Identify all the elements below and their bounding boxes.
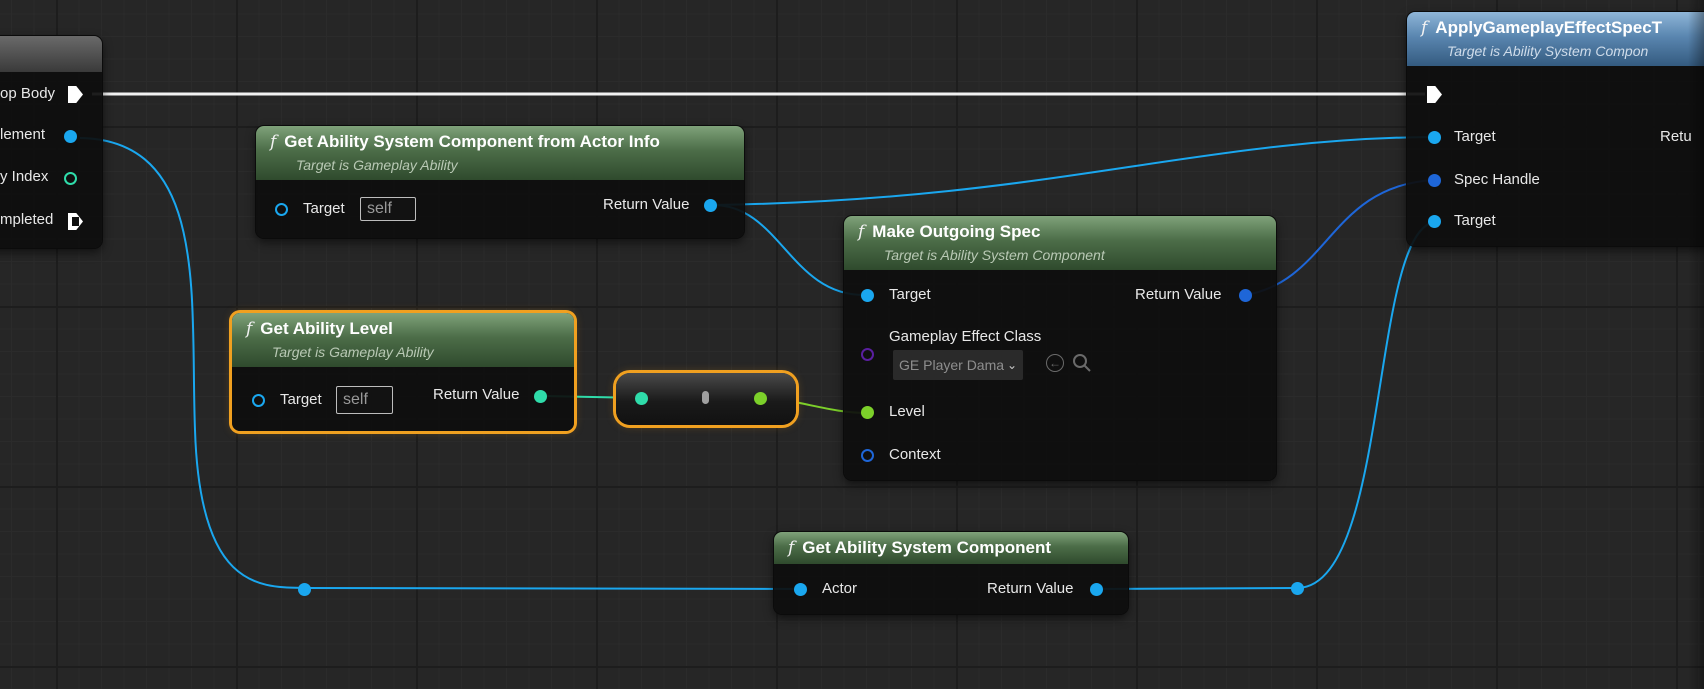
reroute-to-apply-target2-wire[interactable] bbox=[1297, 221, 1436, 589]
return-value-pin[interactable] bbox=[534, 390, 547, 403]
int-to-float-conversion-node[interactable] bbox=[616, 373, 796, 425]
node-header: f Get Ability Level Target is Gameplay Ab… bbox=[232, 313, 574, 367]
node-header: f Get Ability System Component bbox=[774, 532, 1128, 564]
return-value-label: Return Value bbox=[987, 580, 1074, 597]
function-icon: f bbox=[858, 222, 865, 242]
apply-gameplay-effect-spec-node[interactable]: f ApplyGameplayEffectSpecT Target is Abil… bbox=[1407, 12, 1704, 246]
reroute-knot-right[interactable] bbox=[1291, 582, 1304, 595]
loop-node[interactable]: op Body lement y Index mpleted bbox=[0, 36, 102, 248]
loop-node-header bbox=[0, 36, 102, 72]
target-pin[interactable] bbox=[1428, 131, 1441, 144]
target-pin[interactable] bbox=[861, 289, 874, 302]
context-label: Context bbox=[889, 446, 941, 463]
asc-return-to-apply-target-wire[interactable] bbox=[712, 136, 1436, 206]
loop-body-exec-pin[interactable] bbox=[68, 86, 83, 103]
return-value-label: Retu bbox=[1660, 128, 1692, 145]
return-value-label: Return Value bbox=[603, 196, 690, 213]
function-icon: f bbox=[246, 319, 253, 339]
node-subtitle: Target is Ability System Compon bbox=[1447, 43, 1649, 59]
target-self-input[interactable]: self bbox=[360, 197, 416, 221]
target-pin[interactable] bbox=[275, 203, 288, 216]
node-header: f ApplyGameplayEffectSpecT Target is Abil… bbox=[1407, 12, 1704, 66]
node-title: f ApplyGameplayEffectSpecT bbox=[1421, 18, 1663, 38]
array-index-label: y Index bbox=[0, 168, 49, 185]
node-title: f Get Ability System Component from Actor… bbox=[270, 132, 660, 152]
get-asc-node[interactable]: f Get Ability System Component Actor Retu… bbox=[774, 532, 1128, 614]
target-label: Target bbox=[1454, 128, 1496, 145]
actor-pin[interactable] bbox=[794, 583, 807, 596]
target-label: Target bbox=[280, 391, 322, 408]
return-value-pin[interactable] bbox=[1090, 583, 1103, 596]
array-element-pin[interactable] bbox=[64, 130, 77, 143]
conversion-dot-icon bbox=[702, 391, 709, 404]
exec-input-pin[interactable] bbox=[1427, 86, 1442, 103]
effect-class-value: GE Player Dama bbox=[899, 357, 1005, 373]
conversion-output-pin[interactable] bbox=[754, 392, 767, 405]
return-value-label: Return Value bbox=[433, 386, 520, 403]
function-icon: f bbox=[1421, 18, 1428, 38]
spec-handle-pin[interactable] bbox=[1428, 174, 1441, 187]
actor-label: Actor bbox=[822, 580, 858, 597]
target2-label: Target bbox=[1454, 212, 1496, 229]
level-pin[interactable] bbox=[861, 406, 874, 419]
array-element-label: lement bbox=[0, 126, 46, 143]
target2-pin[interactable] bbox=[1428, 215, 1441, 228]
node-header: f Get Ability System Component from Actor… bbox=[256, 126, 744, 180]
node-subtitle: Target is Gameplay Ability bbox=[296, 157, 458, 173]
reroute-knot-left[interactable] bbox=[298, 583, 311, 596]
right-edge-shade bbox=[1688, 0, 1704, 689]
array-index-pin[interactable] bbox=[64, 172, 77, 185]
function-icon: f bbox=[788, 538, 795, 558]
node-subtitle: Target is Gameplay Ability bbox=[272, 344, 434, 360]
return-value-label: Return Value bbox=[1135, 286, 1222, 303]
return-value-pin[interactable] bbox=[704, 199, 717, 212]
target-self-input[interactable]: self bbox=[336, 386, 393, 414]
loop-body-label: op Body bbox=[0, 85, 56, 102]
make-outgoing-spec-node[interactable]: f Make Outgoing Spec Target is Ability Sy… bbox=[844, 216, 1276, 480]
chevron-down-icon: ⌄ bbox=[1006, 358, 1017, 372]
reroute-to-actor-wire[interactable] bbox=[303, 587, 803, 590]
node-header: f Make Outgoing Spec Target is Ability Sy… bbox=[844, 216, 1276, 270]
target-pin[interactable] bbox=[252, 394, 265, 407]
context-pin[interactable] bbox=[861, 449, 874, 462]
effect-class-pin[interactable] bbox=[861, 348, 874, 361]
completed-label: mpleted bbox=[0, 211, 54, 228]
effect-class-dropdown[interactable]: GE Player Dama ⌄ bbox=[893, 350, 1023, 380]
effect-class-label: Gameplay Effect Class bbox=[889, 328, 1042, 345]
completed-exec-pin[interactable] bbox=[68, 213, 83, 230]
target-label: Target bbox=[889, 286, 931, 303]
return-value-pin[interactable] bbox=[1239, 289, 1252, 302]
spec-handle-label: Spec Handle bbox=[1454, 171, 1540, 188]
get-asc-from-actor-info-node[interactable]: f Get Ability System Component from Actor… bbox=[256, 126, 744, 238]
node-subtitle: Target is Ability System Component bbox=[884, 247, 1105, 263]
target-label: Target bbox=[303, 200, 345, 217]
level-label: Level bbox=[889, 403, 925, 420]
node-title: f Get Ability System Component bbox=[788, 538, 1052, 558]
use-selected-asset-icon[interactable]: ← bbox=[1046, 354, 1064, 372]
conversion-input-pin[interactable] bbox=[635, 392, 648, 405]
function-icon: f bbox=[270, 132, 277, 152]
get-ability-level-node[interactable]: f Get Ability Level Target is Gameplay Ab… bbox=[232, 313, 574, 431]
node-title: f Make Outgoing Spec bbox=[858, 222, 1041, 242]
browse-search-icon[interactable] bbox=[1072, 353, 1092, 373]
node-title: f Get Ability Level bbox=[246, 319, 393, 339]
asc-return-wire[interactable] bbox=[1097, 587, 1299, 590]
